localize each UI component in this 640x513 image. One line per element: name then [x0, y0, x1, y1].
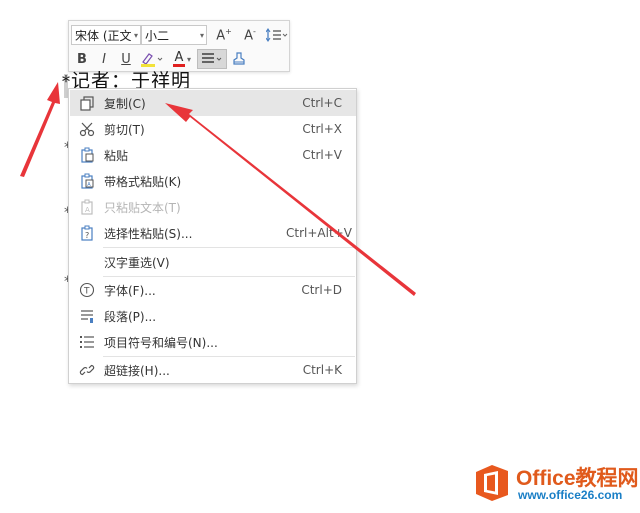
grow-font-icon: A+ [216, 26, 232, 44]
context-menu: 复制(C) Ctrl+C 剪切(T) Ctrl+X 粘贴 Ctrl+V A 带格… [68, 88, 357, 384]
menu-item-paste-with-format[interactable]: A 带格式粘贴(K) [70, 168, 356, 194]
font-icon: T [70, 282, 104, 298]
menu-item-shortcut: Ctrl+X [302, 122, 342, 136]
menu-item-label: 复制(C) [104, 96, 146, 111]
office-logo-icon [474, 464, 510, 502]
align-center-icon [202, 53, 222, 63]
watermark-url: www.office26.com [518, 488, 623, 502]
paste-special-icon: ? [70, 225, 104, 241]
menu-item-paste-special[interactable]: ? 选择性粘贴(S)... Ctrl+Alt+V [70, 220, 356, 246]
menu-item-shortcut: Ctrl+Alt+V [286, 226, 352, 240]
line-spacing-button[interactable] [263, 25, 291, 45]
menu-item-label: 粘贴 [104, 148, 129, 163]
menu-item-shortcut: Ctrl+D [301, 283, 342, 297]
shrink-font-icon: A- [244, 26, 256, 44]
menu-item-bullets-numbering[interactable]: 项目符号和编号(N)... [70, 329, 356, 355]
left-arrow [20, 82, 60, 177]
menu-item-label: 汉字重选(V) [104, 255, 170, 270]
bullets-icon [70, 334, 104, 350]
line-spacing-icon [266, 28, 288, 42]
chevron-down-icon: ▾ [133, 30, 138, 40]
chevron-down-icon: ▾ [186, 54, 191, 64]
menu-separator [103, 247, 355, 248]
menu-item-label: 选择性粘贴(S)... [104, 226, 193, 241]
menu-item-font[interactable]: T 字体(F)... Ctrl+D [70, 277, 356, 303]
font-name-value: 宋体 (正文 [75, 28, 132, 43]
menu-item-label: 只粘贴文本(T) [104, 200, 181, 215]
menu-item-paragraph[interactable]: 段落(P)... [70, 303, 356, 329]
svg-text:A: A [85, 206, 90, 214]
scissors-icon [70, 121, 104, 137]
menu-item-paste-text-only[interactable]: A 只粘贴文本(T) [70, 194, 356, 220]
svg-text:?: ? [85, 231, 89, 240]
paste-format-icon: A [70, 173, 104, 189]
mini-toolbar: 宋体 (正文 ▾ 小二 ▾ A+ A- B I U A ▾ [68, 20, 290, 72]
menu-item-shortcut: Ctrl+K [302, 363, 342, 377]
font-size-value: 小二 [145, 28, 170, 43]
menu-item-shortcut: Ctrl+V [302, 148, 342, 162]
svg-text:A: A [87, 182, 91, 188]
font-color-icon: A [172, 50, 185, 67]
highlighter-icon [141, 53, 163, 67]
menu-item-label: 段落(P)... [104, 309, 157, 324]
menu-item-label: 带格式粘贴(K) [104, 174, 182, 189]
font-size-select[interactable]: 小二 ▾ [141, 25, 207, 45]
align-button[interactable] [197, 49, 227, 69]
format-painter-icon [233, 52, 245, 65]
menu-item-label: 超链接(H)... [104, 363, 170, 378]
font-color-letter: A [174, 50, 184, 65]
menu-item-cut[interactable]: 剪切(T) Ctrl+X [70, 116, 356, 142]
chevron-down-icon: ▾ [199, 30, 204, 40]
menu-item-reselect-hanzi[interactable]: 汉字重选(V) [70, 249, 356, 275]
grow-font-button[interactable]: A+ [211, 25, 237, 45]
format-painter-button[interactable] [227, 49, 251, 69]
svg-text:T: T [83, 287, 90, 297]
menu-item-paste[interactable]: 粘贴 Ctrl+V [70, 142, 356, 168]
toolbar-row-1: 宋体 (正文 ▾ 小二 ▾ A+ A- [69, 23, 291, 47]
menu-item-label: 项目符号和编号(N)... [104, 335, 218, 350]
paragraph-icon [70, 308, 104, 324]
menu-item-shortcut: Ctrl+C [302, 96, 342, 110]
menu-item-copy[interactable]: 复制(C) Ctrl+C [70, 90, 356, 116]
shrink-font-button[interactable]: A- [237, 25, 263, 45]
link-icon [70, 362, 104, 378]
paste-text-icon: A [70, 199, 104, 215]
menu-item-label: 剪切(T) [104, 122, 145, 137]
copy-icon [70, 95, 104, 111]
paste-icon [70, 147, 104, 163]
menu-item-label: 字体(F)... [104, 283, 156, 298]
font-name-select[interactable]: 宋体 (正文 ▾ [71, 25, 141, 45]
menu-item-hyperlink[interactable]: 超链接(H)... Ctrl+K [70, 357, 356, 383]
